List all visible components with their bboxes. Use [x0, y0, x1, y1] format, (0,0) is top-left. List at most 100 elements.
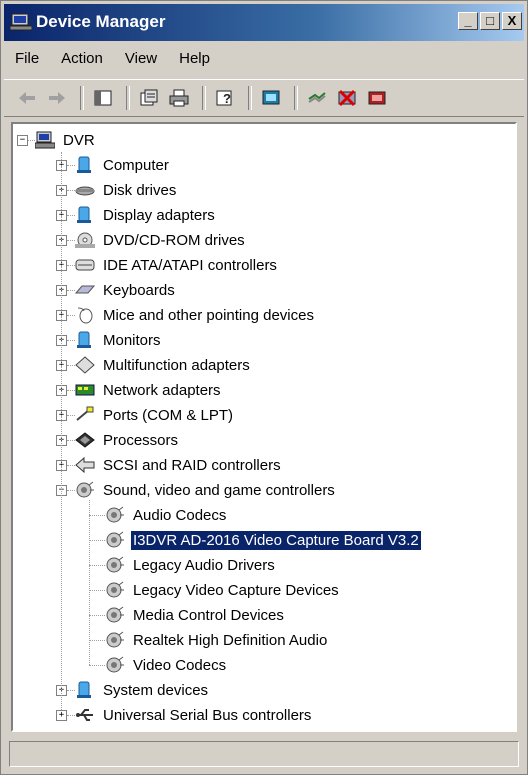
ide-icon — [75, 256, 95, 274]
menu-view[interactable]: View — [114, 50, 168, 67]
uninstall-icon[interactable] — [364, 86, 390, 110]
multifunction-icon — [75, 356, 95, 374]
speaker-device-icon — [105, 581, 125, 599]
tree-connector — [67, 340, 75, 341]
keyboard-icon — [74, 281, 96, 299]
monitor-icon — [75, 331, 95, 349]
tree-category-system-devices[interactable]: System devices — [75, 678, 210, 702]
tree-device-video-codecs[interactable]: Video Codecs — [105, 653, 228, 677]
speaker-device-icon — [105, 656, 125, 674]
tree-category-keyboards[interactable]: Keyboards — [74, 278, 177, 302]
tree-category-dvd-cd-rom-drives[interactable]: DVD/CD-ROM drives — [75, 228, 247, 252]
tree-connector — [89, 540, 105, 541]
console-tree-icon[interactable] — [90, 86, 116, 110]
device-tree[interactable]: − DVR + Computer + Disk drives + Display adapte… — [11, 122, 517, 732]
device-manager-icon — [10, 13, 32, 31]
help-icon[interactable]: ? — [212, 86, 238, 110]
scan-hardware-icon[interactable] — [258, 86, 284, 110]
tree-category-computer[interactable]: Computer — [75, 153, 171, 177]
tree-category-processors[interactable]: Processors — [75, 428, 180, 452]
speaker-device-icon — [105, 556, 125, 574]
expand-icon[interactable]: + — [56, 710, 67, 721]
tree-connector — [67, 365, 75, 366]
title-bar[interactable]: Device Manager _ □ X — [4, 4, 524, 41]
tree-connector — [89, 640, 105, 641]
tree-device-legacy-video-capture-devices[interactable]: Legacy Video Capture Devices — [105, 578, 341, 602]
tree-category-sound-video-and-game-controllers[interactable]: Sound, video and game controllers — [75, 478, 337, 502]
menu-action[interactable]: Action — [50, 50, 114, 67]
tree-device-realtek-high-definition-audio[interactable]: Realtek High Definition Audio — [105, 628, 329, 652]
tree-connector — [67, 265, 75, 266]
tree-connector — [67, 465, 75, 466]
tree-node-label: Disk drives — [103, 181, 177, 199]
tree-node-label: Universal Serial Bus controllers — [103, 706, 312, 724]
tree-node-label: DVD/CD-ROM drives — [103, 231, 245, 249]
disk-icon — [75, 181, 95, 199]
tree-connector — [89, 500, 90, 665]
collapse-icon[interactable]: − — [17, 135, 28, 146]
computer-icon — [75, 156, 95, 174]
close-button[interactable]: X — [502, 12, 522, 30]
maximize-button[interactable]: □ — [480, 12, 500, 30]
tree-device-i3dvr-ad-2016-video-capture-board-v3-2[interactable]: I3DVR AD-2016 Video Capture Board V3.2 — [105, 528, 422, 552]
menu-help[interactable]: Help — [168, 50, 221, 67]
tree-connector — [67, 165, 75, 166]
tree-connector — [89, 515, 105, 516]
update-driver-icon[interactable] — [304, 86, 330, 110]
toolbar-separator — [294, 86, 298, 110]
tree-connector — [67, 240, 75, 241]
tree-connector — [67, 415, 75, 416]
tree-node-label: Monitors — [103, 331, 161, 349]
tree-category-universal-serial-bus-controllers[interactable]: Universal Serial Bus controllers — [75, 703, 313, 727]
tree-category-monitors[interactable]: Monitors — [75, 328, 163, 352]
tree-category-multifunction-adapters[interactable]: Multifunction adapters — [75, 353, 252, 377]
tree-device-legacy-audio-drivers[interactable]: Legacy Audio Drivers — [105, 553, 277, 577]
tree-device-audio-codecs[interactable]: Audio Codecs — [105, 503, 228, 527]
speaker-device-icon — [105, 506, 125, 524]
tree-category-ports-com-lpt[interactable]: Ports (COM & LPT) — [75, 403, 235, 427]
system-icon — [75, 681, 95, 699]
print-icon[interactable] — [166, 86, 192, 110]
toolbar-separator — [248, 86, 252, 110]
tree-connector — [67, 490, 75, 491]
speaker-device-icon — [105, 606, 125, 624]
tree-device-media-control-devices[interactable]: Media Control Devices — [105, 603, 286, 627]
device-manager-window: Device Manager _ □ X File Action View He… — [0, 0, 528, 775]
mouse-icon — [75, 306, 95, 324]
tree-connector — [67, 390, 75, 391]
tree-category-ide-ata-atapi-controllers[interactable]: IDE ATA/ATAPI controllers — [75, 253, 279, 277]
tree-node-label: Processors — [103, 431, 179, 449]
disable-icon[interactable] — [334, 86, 360, 110]
window-title: Device Manager — [36, 12, 166, 31]
tree-connector — [67, 440, 75, 441]
menu-file[interactable]: File — [4, 50, 50, 67]
tree-connector — [67, 290, 75, 291]
toolbar-separator — [126, 86, 130, 110]
cd-icon — [75, 231, 95, 249]
tree-category-disk-drives[interactable]: Disk drives — [75, 178, 178, 202]
tree-category-display-adapters[interactable]: Display adapters — [75, 203, 217, 227]
minimize-button[interactable]: _ — [458, 12, 478, 30]
tree-node-label: Realtek High Definition Audio — [133, 631, 328, 649]
menu-bar: File Action View Help — [4, 43, 524, 73]
tree-node-label: I3DVR AD-2016 Video Capture Board V3.2 — [130, 529, 422, 551]
tree-connector — [28, 140, 35, 141]
toolbar-separator — [80, 86, 84, 110]
tree-connector — [89, 615, 105, 616]
tree-node-label: Legacy Video Capture Devices — [133, 581, 339, 599]
display-icon — [75, 206, 95, 224]
back-arrow-icon[interactable] — [14, 86, 40, 110]
tree-category-network-adapters[interactable]: Network adapters — [75, 378, 223, 402]
port-icon — [75, 406, 95, 424]
tree-root-dvr[interactable]: DVR — [34, 128, 97, 152]
properties-icon[interactable] — [136, 86, 162, 110]
tree-connector — [89, 590, 105, 591]
tree-connector — [61, 152, 62, 710]
forward-arrow-icon[interactable] — [44, 86, 70, 110]
tree-node-label: Computer — [103, 156, 169, 174]
tree-node-label: Sound, video and game controllers — [103, 481, 335, 499]
tree-node-label: SCSI and RAID controllers — [103, 456, 281, 474]
tree-category-scsi-and-raid-controllers[interactable]: SCSI and RAID controllers — [75, 453, 283, 477]
tree-node-label: Legacy Audio Drivers — [133, 556, 275, 574]
tree-category-mice-and-other-pointing-devices[interactable]: Mice and other pointing devices — [75, 303, 316, 327]
